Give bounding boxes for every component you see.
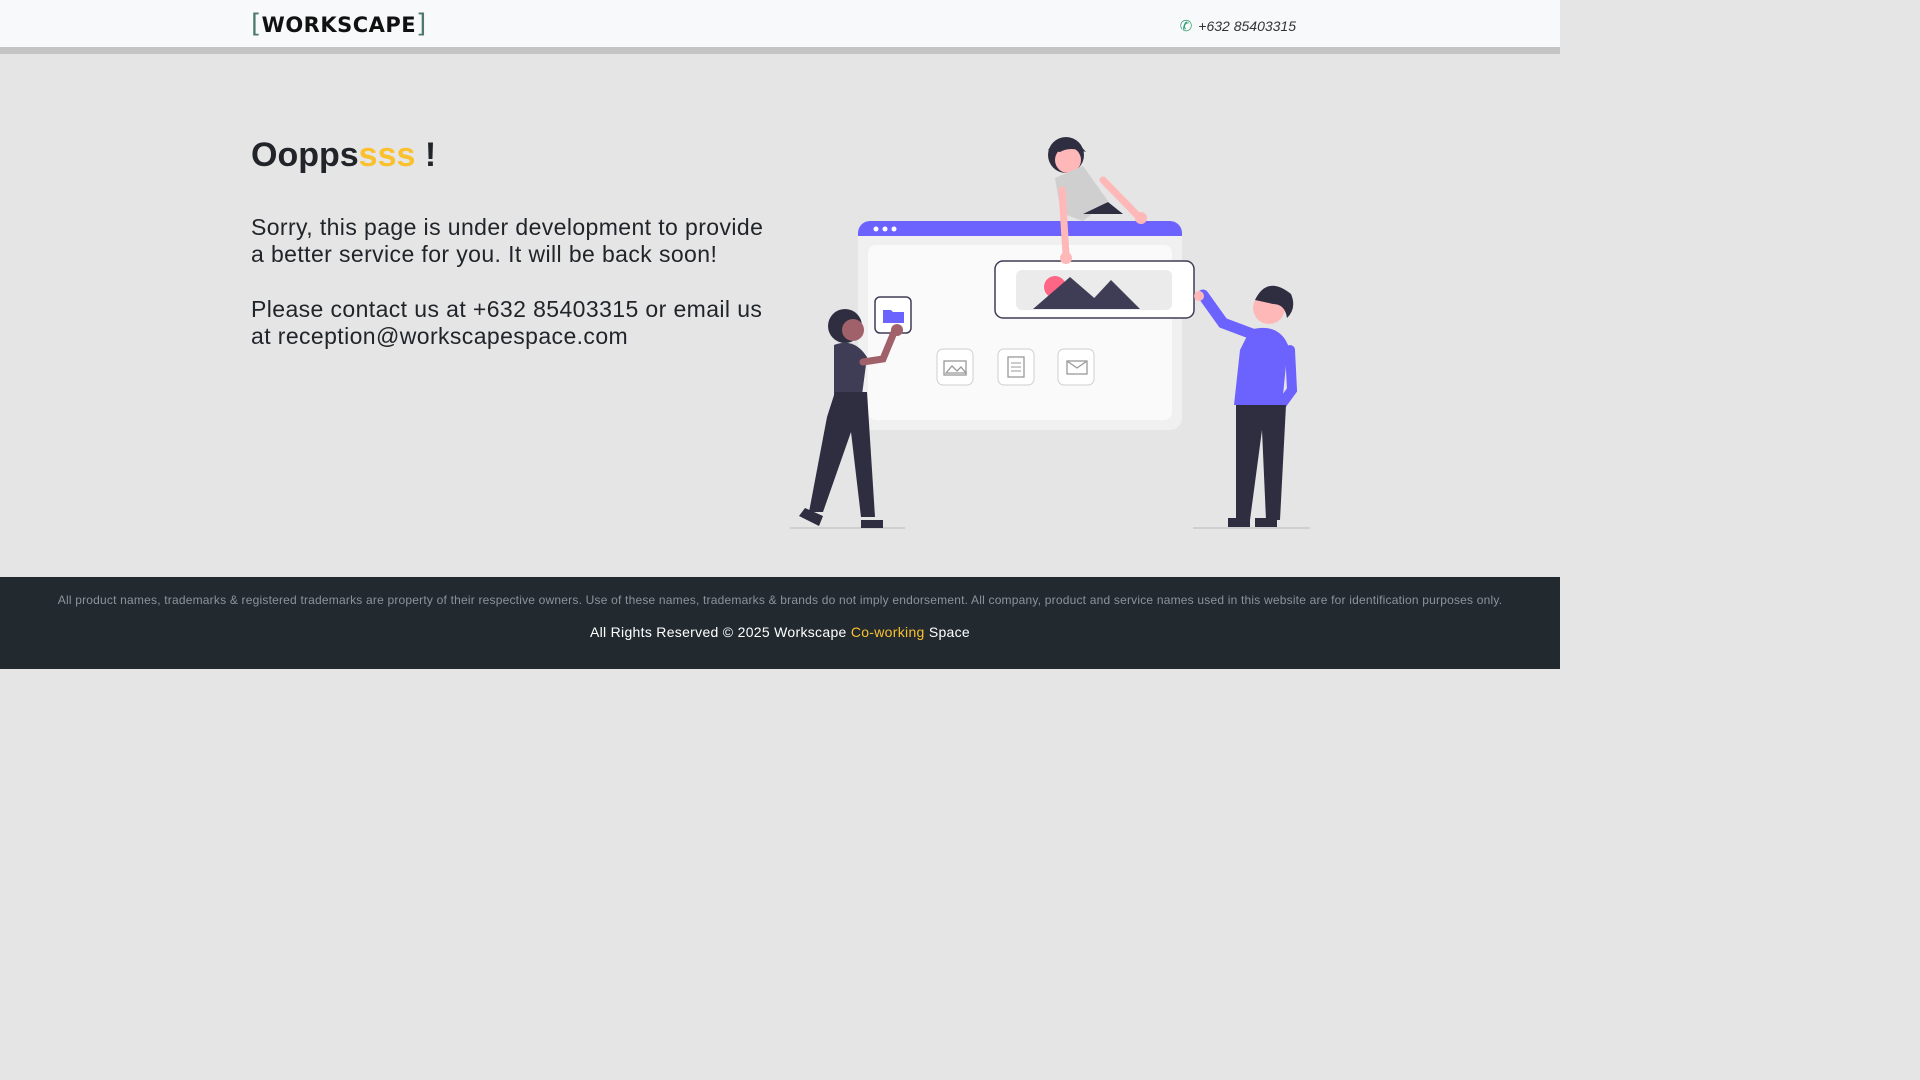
logo-text: WORKSCAPE	[261, 13, 417, 37]
trademark-disclaimer: All product names, trademarks & register…	[57, 593, 1503, 607]
phone-number: +632 85403315	[1198, 18, 1296, 34]
contact-message: Please contact us at +632 85403315 or em…	[251, 296, 763, 349]
workscape-logo[interactable]: [WORKSCAPE]	[251, 9, 427, 40]
site-footer: All product names, trademarks & register…	[0, 577, 1560, 669]
under-construction-illustration	[790, 137, 1310, 529]
development-message: Sorry, this page is under development to…	[251, 214, 764, 267]
page-title: Ooppssss !	[251, 136, 437, 174]
header-phone[interactable]: ✆ +632 85403315	[1180, 16, 1296, 37]
copyright-notice: All Rights Reserved © 2025 Workscape Co-…	[589, 624, 971, 640]
phone-icon: ✆	[1179, 18, 1193, 35]
site-header: [WORKSCAPE] ✆ +632 85403315	[0, 0, 1560, 54]
